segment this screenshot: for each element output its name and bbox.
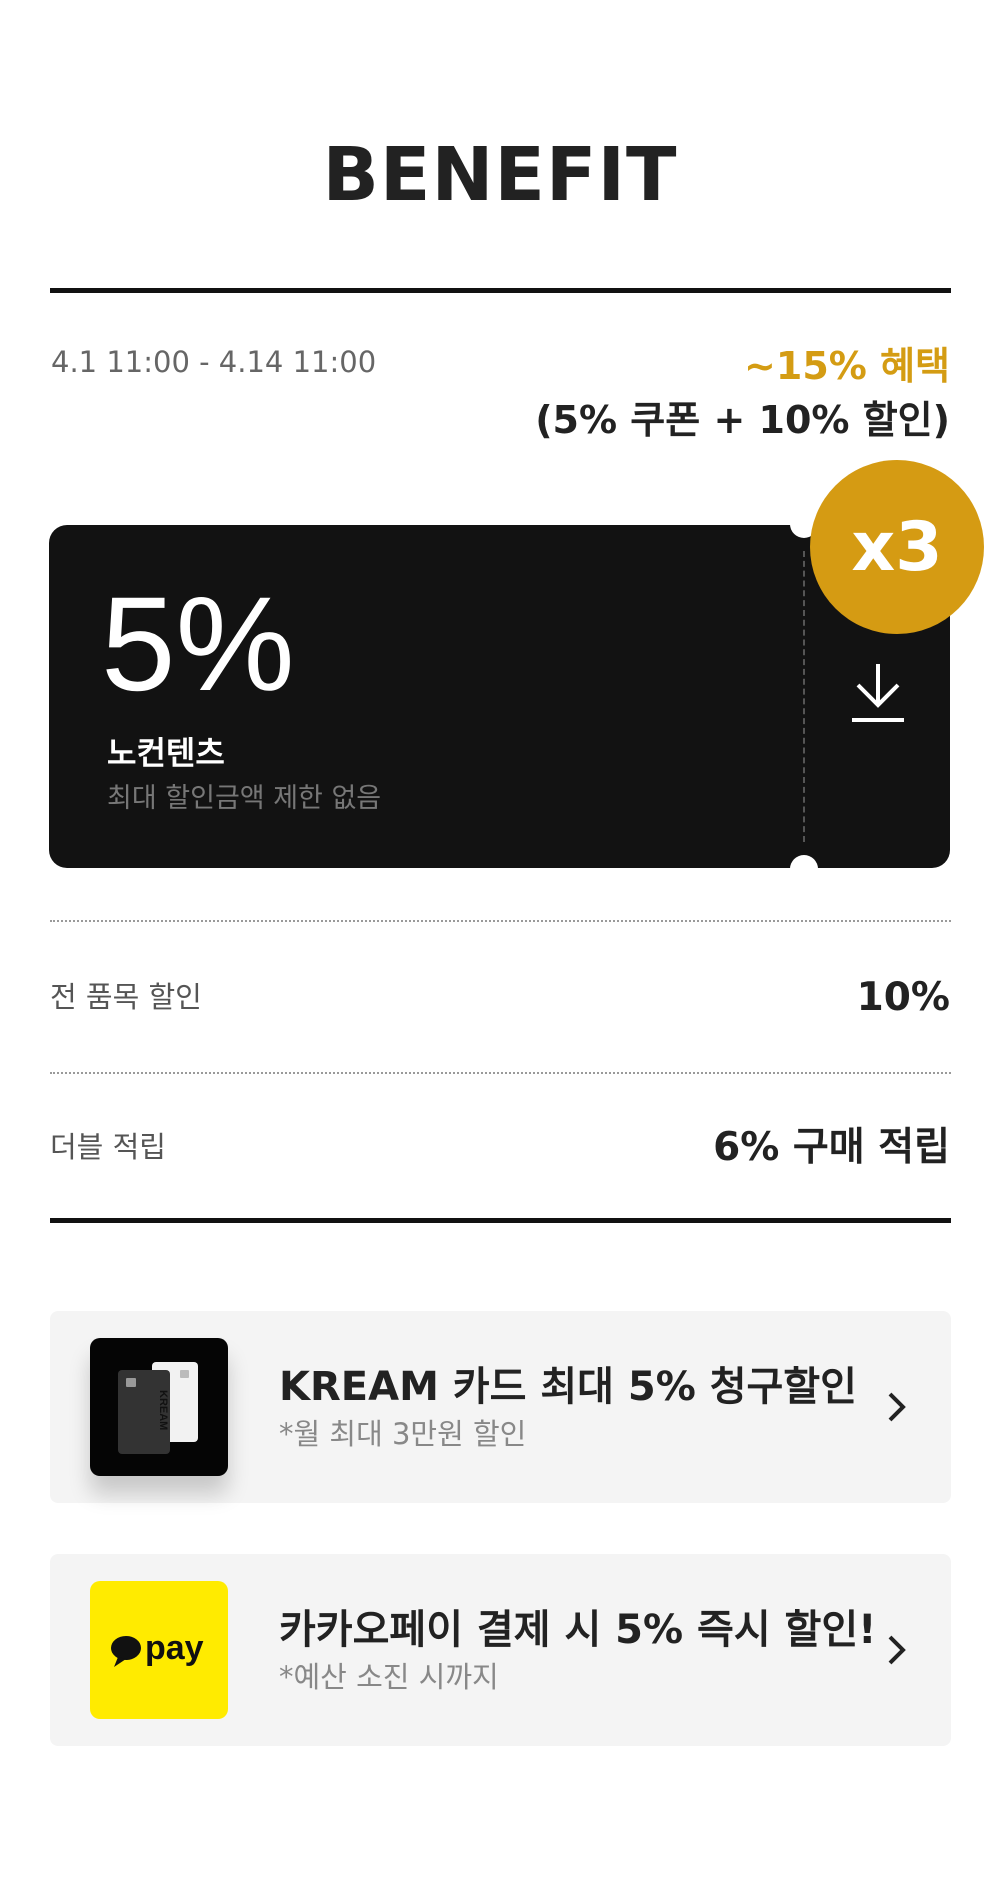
banner-title: 카카오페이 결제 시 5% 즉시 할인! <box>279 1607 877 1653</box>
chevron-right-icon <box>888 1635 906 1665</box>
benefit-summary-detail: (5% 쿠폰 + 10% 할인) <box>535 398 950 442</box>
coupon-notch-bottom <box>790 855 818 868</box>
banner-title: KREAM 카드 최대 5% 청구할인 <box>279 1364 857 1410</box>
coupon-percent: 5% <box>101 570 295 719</box>
kakaopay-banner[interactable]: pay 카카오페이 결제 시 5% 즉시 할인! *예산 소진 시까지 <box>50 1554 951 1746</box>
benefit-row-value: 10% <box>856 975 950 1020</box>
page-title: BENEFIT <box>322 132 678 218</box>
kream-card-banner[interactable]: KREAM KREAM 카드 최대 5% 청구할인 *월 최대 3만원 할인 <box>50 1311 951 1503</box>
divider-dotted-2 <box>50 1072 951 1074</box>
benefit-row-value: 6% 구매 적립 <box>713 1125 950 1170</box>
benefit-summary-accent: ~15% 혜택 <box>744 344 950 388</box>
benefit-row-label: 더블 적립 <box>50 1130 166 1164</box>
kakaopay-icon: pay <box>90 1581 228 1719</box>
card-logo-text: KREAM <box>157 1390 169 1430</box>
banner-subtitle: *월 최대 3만원 할인 <box>279 1417 527 1451</box>
benefit-row-label: 전 품목 할인 <box>50 980 202 1014</box>
kakaopay-logo-text: pay <box>145 1629 204 1667</box>
coupon-tear-line <box>803 551 805 842</box>
coupon-description: 최대 할인금액 제한 없음 <box>107 783 382 814</box>
divider-bottom <box>50 1218 951 1223</box>
coupon-count-badge: x3 <box>810 460 984 634</box>
chevron-right-icon <box>888 1392 906 1422</box>
divider-top <box>50 288 951 293</box>
divider-dotted-1 <box>50 920 951 922</box>
banner-subtitle: *예산 소진 시까지 <box>279 1660 499 1694</box>
kream-card-icon: KREAM <box>90 1338 228 1476</box>
download-icon[interactable] <box>850 660 906 724</box>
event-period: 4.1 11:00 - 4.14 11:00 <box>51 345 377 379</box>
coupon-name: 노컨텐츠 <box>107 734 225 772</box>
